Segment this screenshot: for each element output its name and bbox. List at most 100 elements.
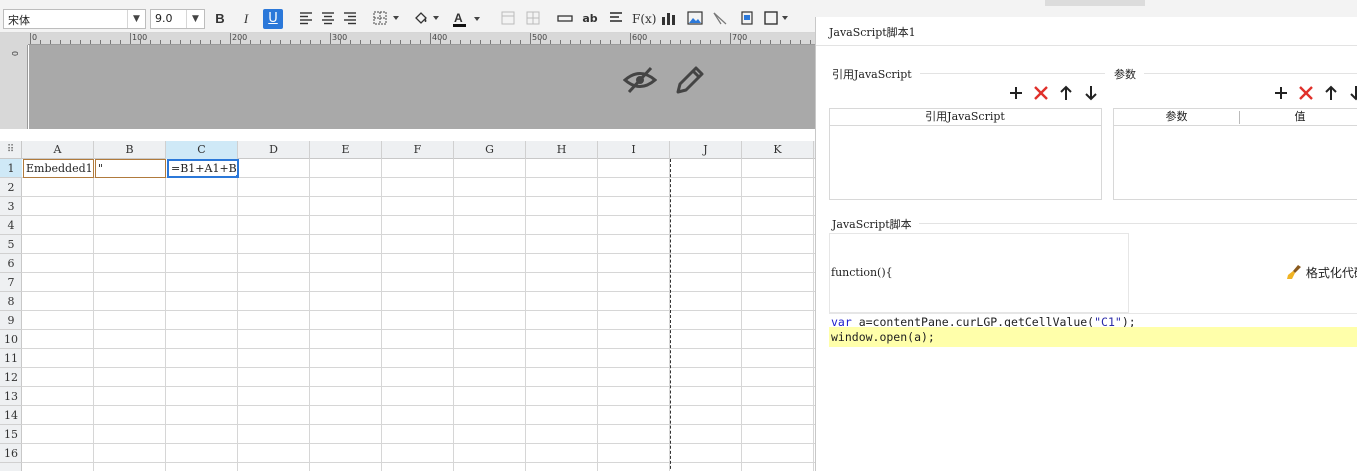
text-wrap-button[interactable] — [606, 9, 626, 29]
format-code-label: 格式化代码 — [1305, 266, 1357, 280]
column-header-c[interactable]: C — [166, 141, 238, 159]
param-table[interactable]: 参数 值 — [1113, 108, 1357, 200]
text-style-button[interactable]: ab — [580, 9, 600, 29]
font-family-select[interactable]: 宋体 ▼ — [3, 9, 146, 29]
row-header-12[interactable]: 12 — [0, 368, 22, 387]
ruler-tick — [770, 40, 771, 44]
fill-color-button[interactable] — [412, 9, 444, 29]
formula-button[interactable]: F(x) — [632, 9, 656, 29]
arrow-down-icon — [1350, 86, 1357, 101]
param-move-up-button[interactable] — [1323, 85, 1339, 101]
italic-button[interactable]: I — [236, 9, 256, 29]
column-header-b[interactable]: B — [94, 141, 166, 159]
ref-add-button[interactable] — [1008, 85, 1024, 101]
ruler-tick — [600, 40, 601, 44]
merge-cells-button[interactable] — [498, 9, 518, 29]
spacer — [0, 129, 815, 141]
row-header-8[interactable]: 8 — [0, 292, 22, 311]
column-header-a[interactable]: A — [22, 141, 94, 159]
row-header-7[interactable]: 7 — [0, 273, 22, 292]
row-header-10[interactable]: 10 — [0, 330, 22, 349]
row-header-16[interactable]: 16 — [0, 444, 22, 463]
param-column-header[interactable]: 参数 — [1114, 109, 1239, 125]
param-delete-button[interactable] — [1298, 85, 1314, 101]
ruler-tick — [200, 40, 201, 44]
ruler-tick — [570, 40, 571, 44]
ruler-tick — [580, 40, 581, 44]
row-header-14[interactable]: 14 — [0, 406, 22, 425]
javascript-dialog: JavaScript脚本1 引用JavaScript 引用JavaScript … — [815, 17, 1357, 471]
ruler-tick — [510, 40, 511, 44]
row-header-1[interactable]: 1 — [0, 159, 22, 178]
column-header-g[interactable]: G — [454, 141, 526, 159]
insert-image-button[interactable] — [685, 9, 705, 29]
paint-bucket-icon — [415, 12, 439, 24]
code-line-2[interactable]: window.open(a); — [829, 327, 1357, 347]
align-left-button[interactable] — [296, 9, 316, 29]
slash-button[interactable] — [710, 9, 730, 29]
value-column-header[interactable]: 值 — [1240, 109, 1357, 125]
ref-js-column-header[interactable]: 引用JavaScript — [830, 109, 1100, 125]
select-all-corner[interactable]: ⠿ — [0, 141, 22, 159]
vertical-ruler[interactable]: 0 — [0, 45, 28, 129]
ruler-tick — [610, 40, 611, 44]
column-header-e[interactable]: E — [310, 141, 382, 159]
row-header-5[interactable]: 5 — [0, 235, 22, 254]
font-size-select[interactable]: 9.0 ▼ — [150, 9, 205, 29]
format-code-button[interactable]: 格式化代码 — [1286, 264, 1357, 282]
broom-icon — [1286, 264, 1302, 283]
insert-cell-button[interactable] — [555, 9, 575, 29]
underline-button[interactable]: U — [263, 9, 283, 29]
ruler-tick — [290, 40, 291, 44]
ruler-tick — [210, 40, 211, 44]
row-header-15[interactable]: 15 — [0, 425, 22, 444]
row-header-13[interactable]: 13 — [0, 387, 22, 406]
align-center-button[interactable] — [318, 9, 338, 29]
column-header-d[interactable]: D — [238, 141, 310, 159]
cell-a1[interactable]: Embedded1. — [23, 159, 94, 178]
cell-border-button[interactable] — [763, 9, 793, 29]
param-add-button[interactable] — [1273, 85, 1289, 101]
align-right-button[interactable] — [340, 9, 360, 29]
ruler-tick — [750, 40, 751, 44]
column-header-k[interactable]: K — [742, 141, 814, 159]
ruler-tick — [780, 40, 781, 44]
ref-delete-button[interactable] — [1033, 85, 1049, 101]
font-color-button[interactable]: A — [451, 9, 485, 29]
insert-subreport-button[interactable] — [737, 9, 757, 29]
code-editor[interactable]: var a=contentPane.curLGP.getCellValue("C… — [829, 313, 1357, 471]
eye-hidden-icon[interactable] — [623, 65, 657, 95]
cell-c1[interactable]: =B1+A1+B1 — [167, 159, 239, 178]
horizontal-ruler[interactable]: 0 100 200 300 400 500 600 700 — [28, 33, 815, 45]
row-header-2[interactable]: 2 — [0, 178, 22, 197]
column-header-h[interactable]: H — [526, 141, 598, 159]
border-button[interactable] — [372, 9, 404, 29]
row-header-3[interactable]: 3 — [0, 197, 22, 216]
column-header-f[interactable]: F — [382, 141, 454, 159]
cell-b1[interactable]: " — [95, 159, 166, 178]
pencil-icon[interactable] — [674, 64, 706, 96]
bold-button[interactable]: B — [210, 9, 230, 29]
row-header-11[interactable]: 11 — [0, 349, 22, 368]
ruler-tick — [670, 40, 671, 44]
ref-move-up-button[interactable] — [1058, 85, 1074, 101]
ruler-tick — [100, 40, 101, 44]
spreadsheet-grid[interactable]: ⠿ ABCDEFGHIJK 1 2 3 4 5 6 7 8 9 10 11 12 13 14 15 16 Em… — [0, 141, 815, 471]
ruler-label: 100 — [132, 33, 148, 42]
ruler-tick — [280, 40, 281, 44]
ref-move-down-button[interactable] — [1083, 85, 1099, 101]
ruler-tick — [110, 40, 111, 44]
param-move-down-button[interactable] — [1348, 85, 1357, 101]
ruler-tick — [190, 40, 191, 44]
cell-area[interactable] — [22, 159, 815, 471]
row-header-9[interactable]: 9 — [0, 311, 22, 330]
row-header-6[interactable]: 6 — [0, 254, 22, 273]
split-cells-button[interactable] — [523, 9, 543, 29]
dialog-title: JavaScript脚本1 — [829, 26, 916, 39]
column-header-j[interactable]: J — [670, 141, 742, 159]
insert-chart-button[interactable] — [659, 9, 679, 29]
row-header-4[interactable]: 4 — [0, 216, 22, 235]
column-header-i[interactable]: I — [598, 141, 670, 159]
ref-js-table[interactable]: 引用JavaScript — [829, 108, 1102, 200]
ruler-tick — [370, 40, 371, 44]
